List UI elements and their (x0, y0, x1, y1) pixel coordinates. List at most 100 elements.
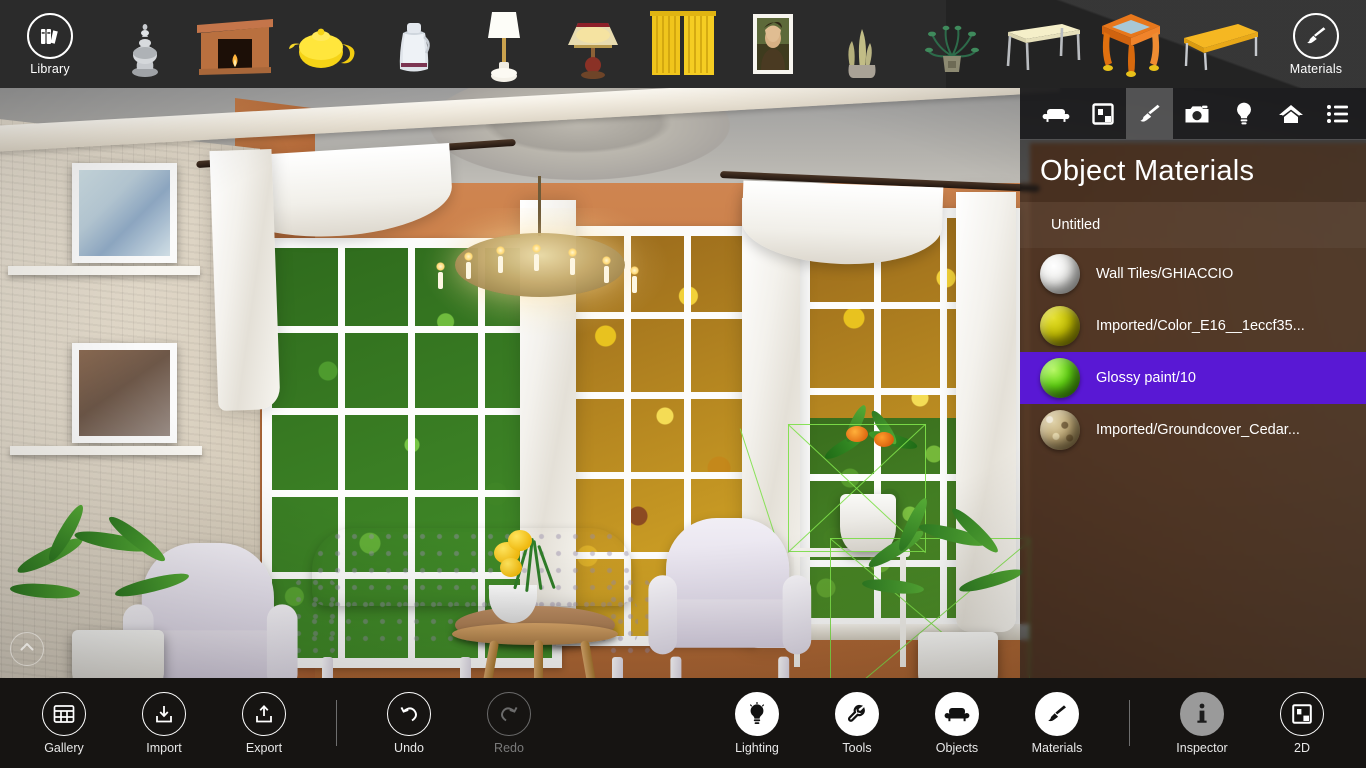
chandelier-chain (538, 176, 541, 236)
material-label: Wall Tiles/GHIACCIO (1096, 266, 1234, 282)
undo-label: Undo (394, 740, 424, 755)
materials-list: Wall Tiles/GHIACCIO Imported/Color_E16__… (1020, 248, 1366, 678)
material-label: Glossy paint/10 (1096, 370, 1196, 386)
thumbnail-table-lamp[interactable] (459, 0, 549, 88)
panel-tab-bar (1020, 88, 1366, 140)
camera-icon (1184, 103, 1210, 125)
thumbnail-yellow-curtains[interactable] (638, 0, 728, 88)
bottom-tools-group: Lighting Tools Objects Materials (707, 678, 1107, 768)
paintbrush-icon (1293, 12, 1339, 59)
list-icon (1326, 103, 1350, 125)
thumbnail-yellow-low-table[interactable] (1176, 0, 1266, 88)
thumbnail-fireplace[interactable] (190, 0, 280, 88)
library-button-label: Library (30, 61, 70, 76)
lightbulb-icon (735, 691, 779, 736)
materials-toolbar-label: Materials (1289, 61, 1343, 76)
thumbnail-yellow-teapot[interactable] (279, 0, 369, 88)
library-button[interactable]: Library (0, 0, 100, 88)
gallery-label: Gallery (44, 740, 84, 755)
sofa-icon (935, 691, 979, 736)
tab-list[interactable] (1314, 88, 1361, 139)
curtain-panel-left (209, 148, 281, 412)
library-books-icon (27, 12, 73, 59)
undo-button[interactable]: Undo (359, 678, 459, 768)
paintbrush-icon (1035, 691, 1079, 736)
paintbrush-icon (1137, 101, 1163, 127)
bottom-toolbar: Gallery Import Export Undo Redo Lighting… (0, 678, 1366, 768)
export-button[interactable]: Export (214, 678, 314, 768)
material-swatch (1040, 254, 1080, 294)
armchair-right[interactable] (648, 518, 812, 678)
sofa[interactable] (290, 528, 655, 678)
chevron-up-icon (18, 638, 36, 661)
thumbnail-silver-vase[interactable] (100, 0, 190, 88)
material-swatch (1040, 410, 1080, 450)
tools-label: Tools (842, 740, 872, 755)
material-row[interactable]: Imported/Color_E16__1eccf35... (1020, 300, 1366, 352)
inspector-button[interactable]: Inspector (1152, 678, 1252, 768)
tab-materials[interactable] (1126, 88, 1173, 139)
redo-button[interactable]: Redo (459, 678, 559, 768)
info-i-icon (1180, 691, 1224, 736)
thumbnail-mona-lisa-painting[interactable] (728, 0, 818, 88)
chandelier-arms (432, 244, 647, 308)
inspector-label: Inspector (1176, 740, 1228, 755)
lightbulb-icon (1234, 101, 1254, 127)
object-thumbnail-strip (100, 0, 1266, 88)
objects-button[interactable]: Objects (907, 678, 1007, 768)
wall-picture-top (72, 163, 177, 263)
import-label: Import (146, 740, 182, 755)
tools-button[interactable]: Tools (807, 678, 907, 768)
panel-subtitle: Untitled (1020, 202, 1366, 248)
tab-lights[interactable] (1220, 88, 1267, 139)
bottom-history-group: Undo Redo (359, 678, 559, 768)
thumbnail-white-table[interactable] (997, 0, 1087, 88)
wrench-icon (835, 691, 879, 736)
thumbnail-cactus-plant[interactable] (818, 0, 908, 88)
tab-cameras[interactable] (1173, 88, 1220, 139)
thumbnail-milk-jug[interactable] (369, 0, 459, 88)
lighting-button[interactable]: Lighting (707, 678, 807, 768)
object-materials-panel: Object Materials Untitled Wall Tiles/GHI… (1020, 88, 1366, 678)
lighting-label: Lighting (735, 740, 779, 755)
toolbar-divider-2 (1129, 700, 1130, 746)
tab-objects[interactable] (1032, 88, 1079, 139)
floor-plant-right[interactable] (861, 495, 1032, 678)
panel-title: Object Materials (1020, 140, 1366, 202)
material-row-selected[interactable]: Glossy paint/10 (1020, 352, 1366, 404)
view-2d-label: 2D (1294, 740, 1310, 755)
redo-arrow-icon (487, 691, 531, 736)
view-2d-button[interactable]: 2D (1252, 678, 1352, 768)
material-label: Imported/Color_E16__1eccf35... (1096, 318, 1305, 334)
floorplan-icon (1280, 691, 1324, 736)
undo-arrow-icon (387, 691, 431, 736)
thumbnail-orange-side-table[interactable] (1087, 0, 1177, 88)
tab-floor-plan[interactable] (1079, 88, 1126, 139)
export-upload-icon (242, 691, 286, 736)
top-toolbar: Library Materials (0, 0, 1366, 88)
toolbar-divider-1 (336, 700, 337, 746)
wall-shelf-top (8, 266, 200, 275)
thumbnail-ornate-lamp[interactable] (548, 0, 638, 88)
wall-shelf-bottom (10, 446, 202, 455)
material-swatch (1040, 306, 1080, 346)
bottom-right-group: Inspector 2D (1152, 678, 1352, 768)
material-row[interactable]: Imported/Groundcover_Cedar... (1020, 404, 1366, 456)
tab-home[interactable] (1267, 88, 1314, 139)
materials-toolbar-button[interactable]: Materials (1266, 0, 1366, 88)
wall-picture-bottom (72, 343, 177, 443)
floorplan-icon (1091, 102, 1115, 126)
import-button[interactable]: Import (114, 678, 214, 768)
home-icon (1278, 102, 1304, 126)
material-row[interactable]: Wall Tiles/GHIACCIO (1020, 248, 1366, 300)
material-swatch (1040, 358, 1080, 398)
gallery-grid-icon (42, 691, 86, 736)
sofa-icon (1042, 102, 1070, 126)
gallery-button[interactable]: Gallery (14, 678, 114, 768)
viewport-collapse-button[interactable] (10, 632, 44, 666)
thumbnail-potted-plant[interactable] (907, 0, 997, 88)
redo-label: Redo (494, 740, 524, 755)
materials-button[interactable]: Materials (1007, 678, 1107, 768)
export-label: Export (245, 740, 283, 755)
floor-plant-left[interactable] (9, 502, 240, 678)
